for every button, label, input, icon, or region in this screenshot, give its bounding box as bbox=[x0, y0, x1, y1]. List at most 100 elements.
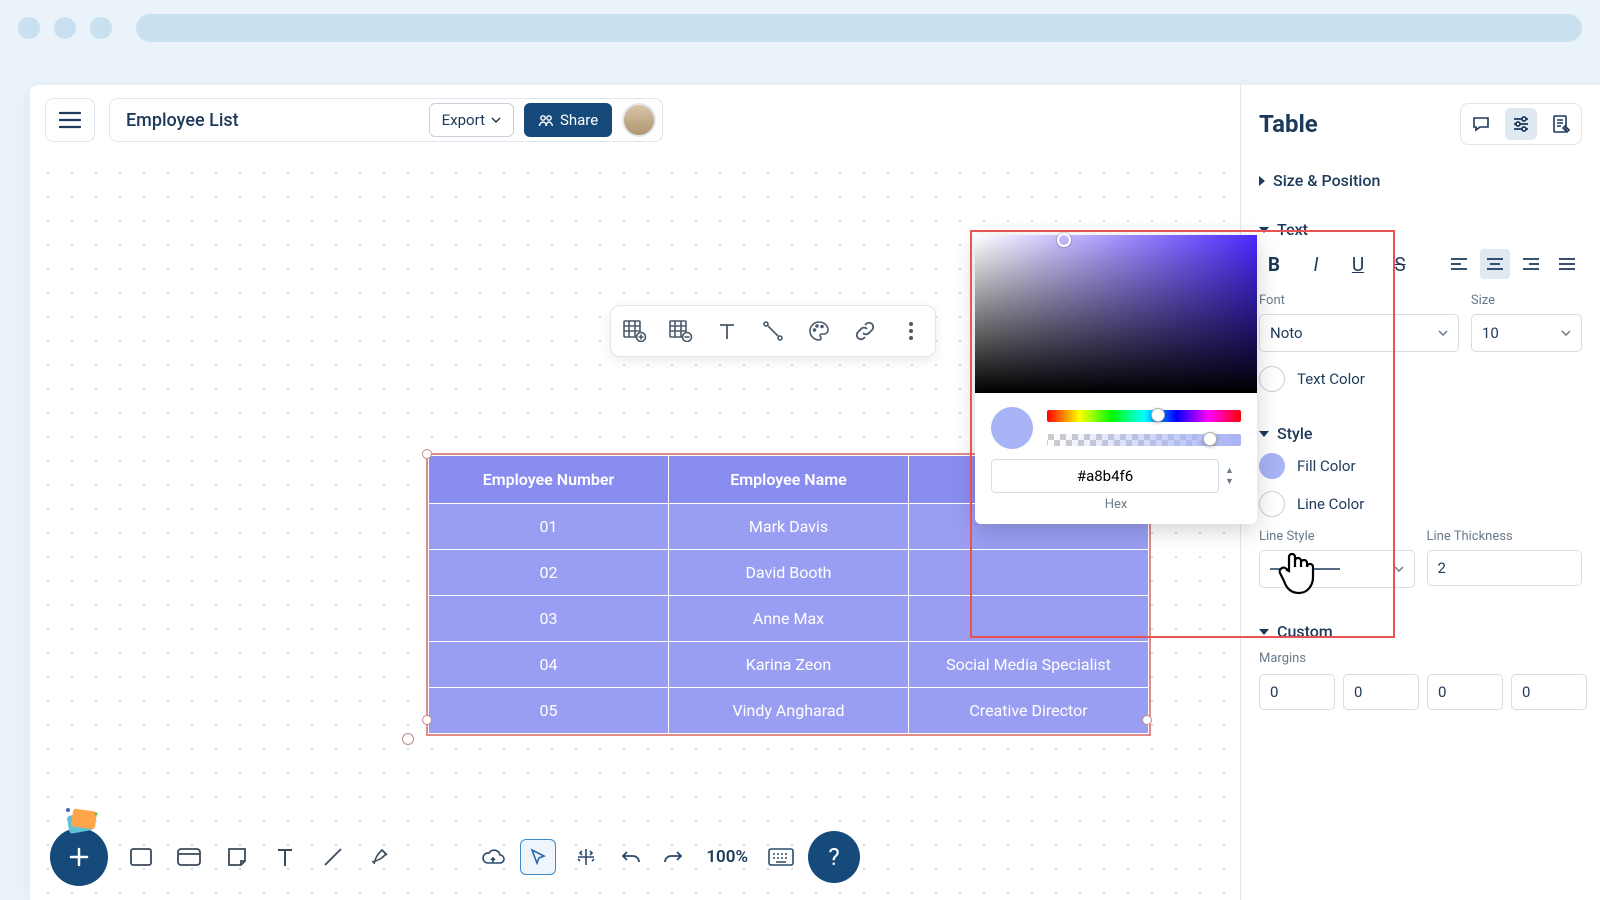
bottom-toolbar: 100% ? bbox=[50, 828, 860, 886]
rotate-handle[interactable] bbox=[402, 733, 414, 745]
card-tool-icon[interactable] bbox=[174, 842, 204, 872]
color-preview bbox=[991, 407, 1033, 449]
hue-slider[interactable] bbox=[1047, 410, 1241, 422]
share-button[interactable]: Share bbox=[524, 103, 612, 137]
line-thickness-label: Line Thickness bbox=[1427, 529, 1583, 544]
title-group: Employee List Export Share bbox=[109, 98, 663, 142]
size-select[interactable]: 10 bbox=[1471, 314, 1582, 352]
palette-icon[interactable] bbox=[805, 317, 833, 345]
margins-label: Margins bbox=[1259, 651, 1582, 666]
line-thickness-input[interactable] bbox=[1427, 550, 1583, 586]
properties-tab-icon[interactable] bbox=[1505, 108, 1537, 140]
line-style-label: Line Style bbox=[1259, 529, 1415, 544]
chrome-dot bbox=[18, 17, 40, 39]
alpha-handle[interactable] bbox=[1203, 432, 1217, 446]
strike-button[interactable]: S bbox=[1385, 249, 1415, 279]
line-style-select[interactable] bbox=[1259, 550, 1415, 588]
margin-input-1[interactable] bbox=[1259, 674, 1335, 710]
saturation-area[interactable] bbox=[975, 235, 1257, 393]
margin-input-2[interactable] bbox=[1343, 674, 1419, 710]
caret-down-icon bbox=[1259, 227, 1269, 233]
header-emp-number[interactable]: Employee Number bbox=[429, 456, 669, 504]
sidebar-title: Table bbox=[1259, 110, 1318, 138]
caret-down-icon bbox=[1259, 629, 1269, 635]
hex-input[interactable] bbox=[991, 459, 1219, 493]
address-bar[interactable] bbox=[136, 14, 1582, 42]
remove-row-col-icon[interactable] bbox=[667, 317, 695, 345]
bold-button[interactable]: B bbox=[1259, 249, 1289, 279]
hue-handle[interactable] bbox=[1151, 408, 1165, 422]
table-toolbar bbox=[610, 305, 936, 357]
rectangle-tool-icon[interactable] bbox=[126, 842, 156, 872]
line-color-swatch bbox=[1259, 491, 1285, 517]
app-container: Employee List Export Share bbox=[30, 85, 1600, 900]
text-tool-icon[interactable] bbox=[713, 317, 741, 345]
menu-button[interactable] bbox=[45, 98, 95, 142]
section-style[interactable]: Style bbox=[1259, 424, 1582, 443]
italic-button[interactable]: I bbox=[1301, 249, 1331, 279]
export-button[interactable]: Export bbox=[429, 103, 514, 137]
zoom-controls: 100% ? bbox=[478, 831, 860, 883]
fill-color-row[interactable]: Fill Color bbox=[1259, 453, 1582, 479]
properties-sidebar: Table Size & Position Text B I U S bbox=[1240, 85, 1600, 900]
link-icon[interactable] bbox=[851, 317, 879, 345]
note-tool-icon[interactable] bbox=[222, 842, 252, 872]
hex-stepper[interactable]: ▲▼ bbox=[1225, 465, 1241, 487]
align-right-icon[interactable] bbox=[1516, 249, 1546, 279]
line-color-row[interactable]: Line Color bbox=[1259, 491, 1582, 517]
table-row[interactable]: 02David Booth bbox=[429, 550, 1149, 596]
alpha-slider[interactable] bbox=[1047, 434, 1241, 446]
color-picker-popup: ▲▼ Hex bbox=[975, 235, 1257, 524]
pan-mode-icon[interactable] bbox=[568, 839, 604, 875]
share-label: Share bbox=[560, 111, 598, 129]
cloud-sync-icon[interactable] bbox=[478, 842, 508, 872]
text-color-row[interactable]: Text Color bbox=[1259, 366, 1582, 392]
underline-button[interactable]: U bbox=[1343, 249, 1373, 279]
section-text[interactable]: Text bbox=[1259, 220, 1582, 239]
add-shape-button[interactable] bbox=[50, 828, 108, 886]
zoom-level[interactable]: 100% bbox=[700, 847, 754, 867]
hex-label: Hex bbox=[975, 497, 1257, 512]
comments-tab-icon[interactable] bbox=[1465, 108, 1497, 140]
section-size-position[interactable]: Size & Position bbox=[1259, 171, 1582, 190]
table-row[interactable]: 03Anne Max bbox=[429, 596, 1149, 642]
align-left-icon[interactable] bbox=[1444, 249, 1474, 279]
notes-tab-icon[interactable] bbox=[1545, 108, 1577, 140]
chrome-dot bbox=[54, 17, 76, 39]
font-label: Font bbox=[1259, 293, 1459, 308]
caret-down-icon bbox=[1259, 431, 1269, 437]
pen-tool-icon[interactable] bbox=[366, 842, 396, 872]
more-icon[interactable] bbox=[897, 317, 925, 345]
keyboard-icon[interactable] bbox=[766, 842, 796, 872]
add-row-col-icon[interactable] bbox=[621, 317, 649, 345]
help-button[interactable]: ? bbox=[808, 831, 860, 883]
header-emp-name[interactable]: Employee Name bbox=[669, 456, 909, 504]
margin-input-3[interactable] bbox=[1427, 674, 1503, 710]
connector-icon[interactable] bbox=[759, 317, 787, 345]
font-select[interactable]: Noto bbox=[1259, 314, 1459, 352]
user-avatar[interactable] bbox=[622, 103, 656, 137]
align-center-icon[interactable] bbox=[1480, 249, 1510, 279]
table-row[interactable]: 04Karina ZeonSocial Media Specialist bbox=[429, 642, 1149, 688]
saturation-handle[interactable] bbox=[1057, 233, 1071, 247]
line-tool-icon[interactable] bbox=[318, 842, 348, 872]
text-color-swatch bbox=[1259, 366, 1285, 392]
section-custom[interactable]: Custom bbox=[1259, 622, 1582, 641]
align-justify-icon[interactable] bbox=[1552, 249, 1582, 279]
resize-handle-bl[interactable] bbox=[422, 715, 432, 725]
redo-icon[interactable] bbox=[658, 842, 688, 872]
export-label: Export bbox=[442, 111, 485, 129]
undo-icon[interactable] bbox=[616, 842, 646, 872]
chrome-dot bbox=[90, 17, 112, 39]
caret-right-icon bbox=[1259, 176, 1265, 186]
resize-handle-br[interactable] bbox=[1142, 715, 1152, 725]
resize-handle-tl[interactable] bbox=[422, 449, 432, 459]
select-mode-icon[interactable] bbox=[520, 839, 556, 875]
size-label: Size bbox=[1471, 293, 1582, 308]
browser-chrome bbox=[0, 0, 1600, 55]
margin-input-4[interactable] bbox=[1511, 674, 1587, 710]
table-row[interactable]: 05Vindy AngharadCreative Director bbox=[429, 688, 1149, 734]
fill-color-swatch bbox=[1259, 453, 1285, 479]
document-title[interactable]: Employee List bbox=[126, 110, 239, 131]
text-tool-bottom-icon[interactable] bbox=[270, 842, 300, 872]
